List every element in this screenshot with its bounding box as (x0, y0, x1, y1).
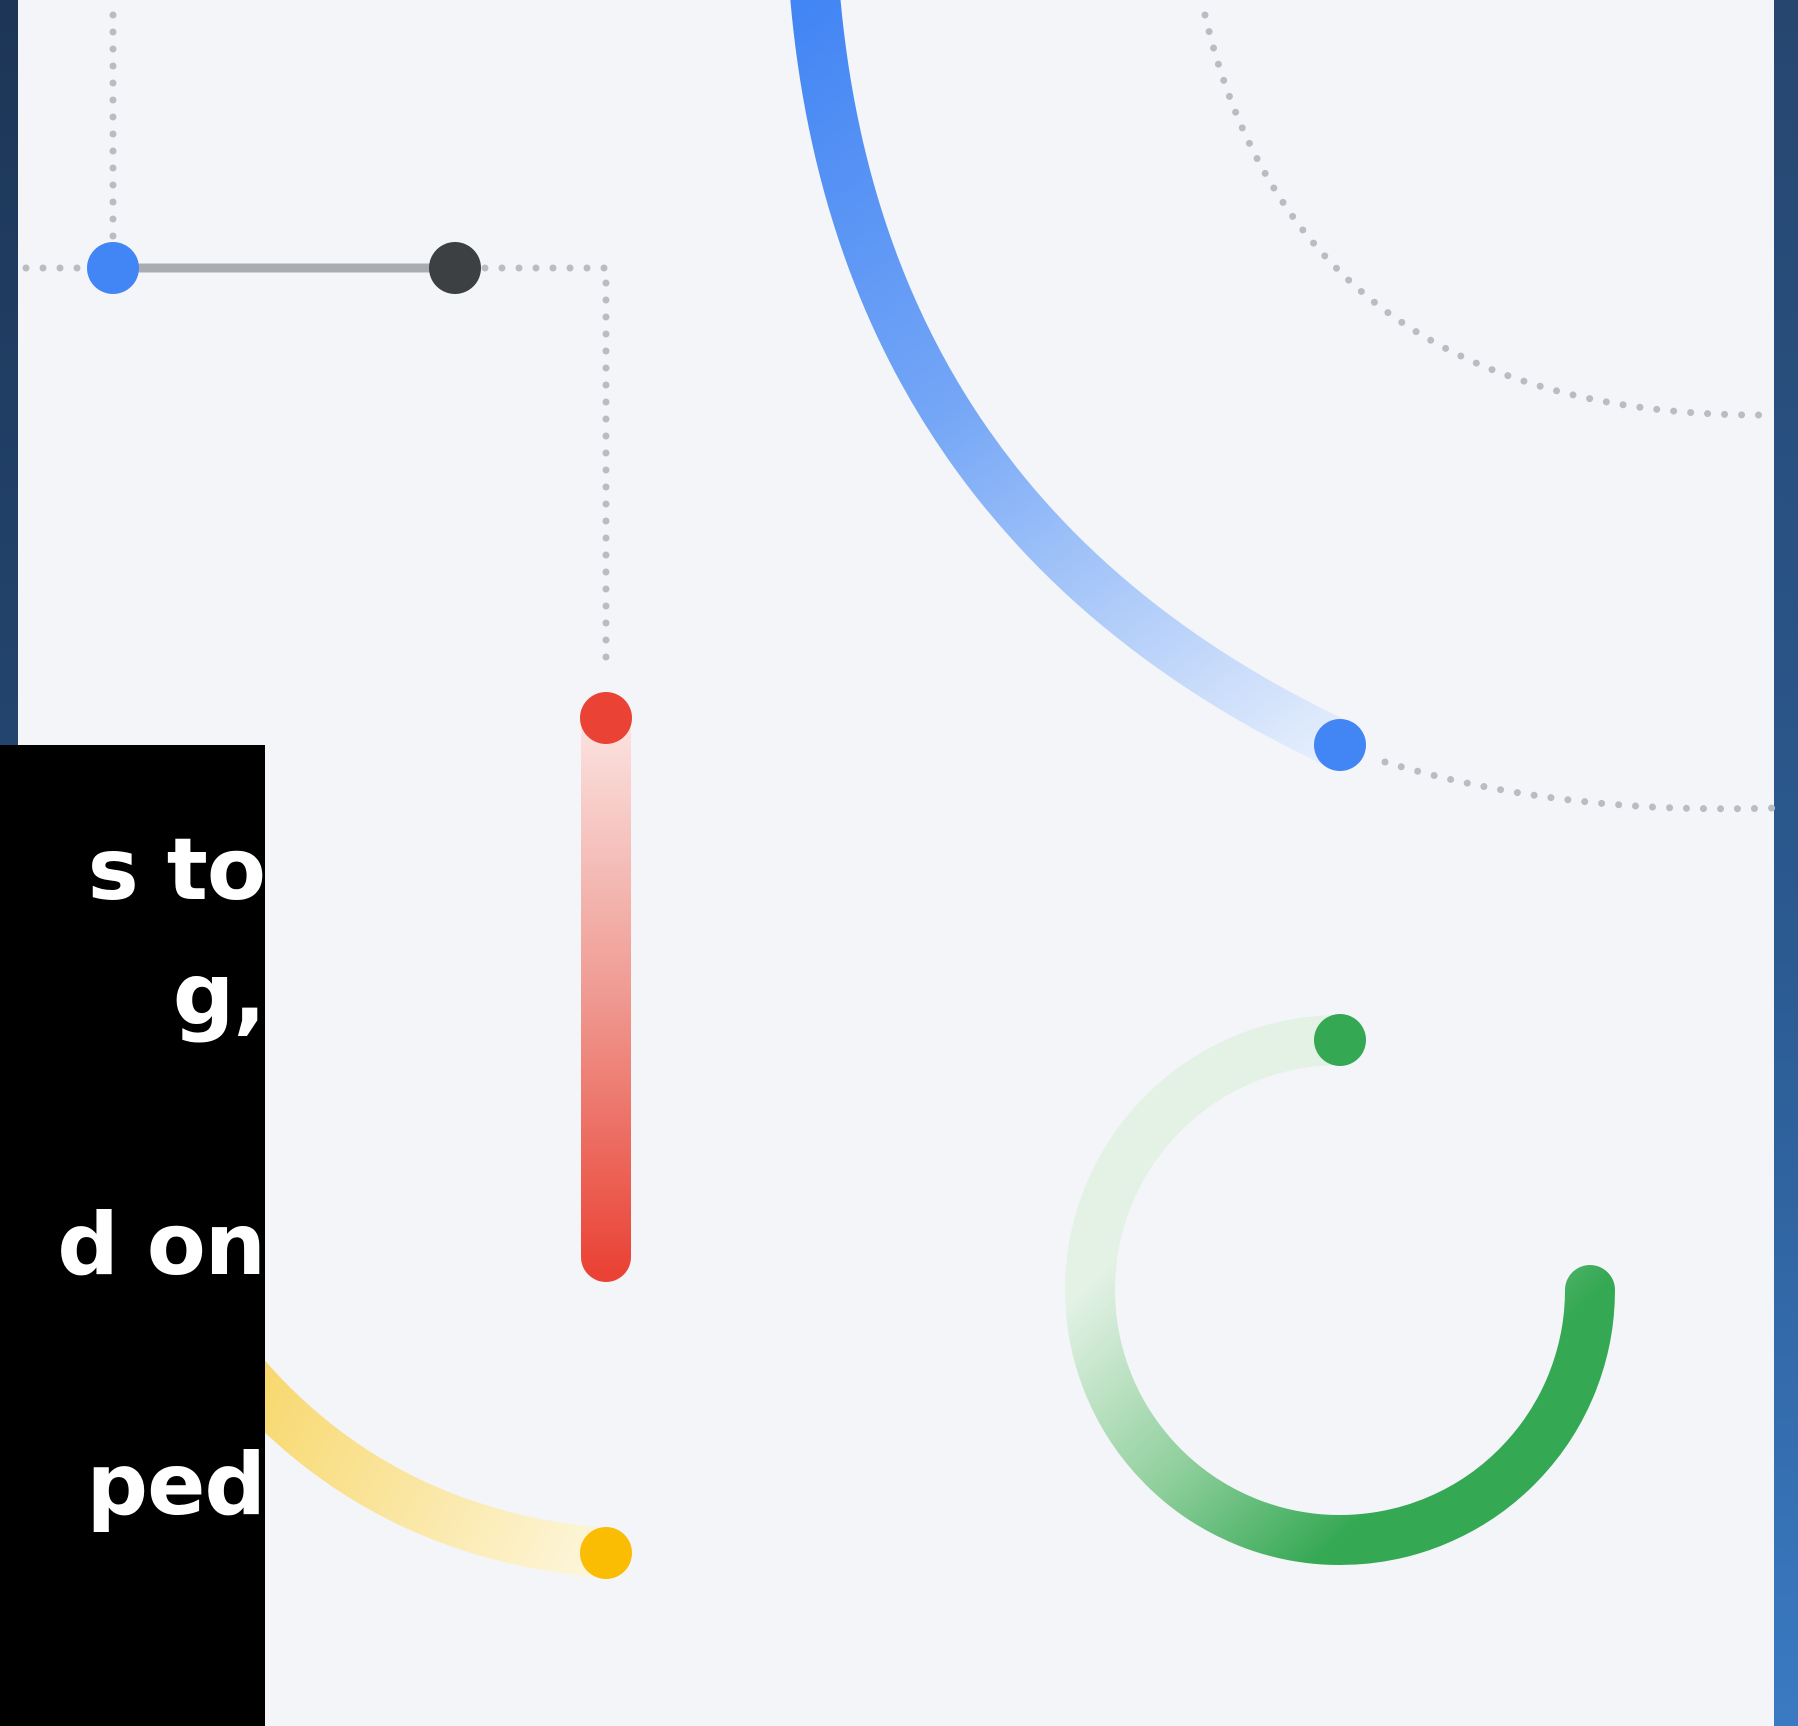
slider-dark-knob (429, 242, 481, 294)
yellow-arc (215, 1345, 631, 1578)
yellow-arc-endpoint (580, 1527, 632, 1579)
caption-line-1: s to (87, 820, 265, 920)
caption-line-2: g, (172, 945, 265, 1045)
dotted-line-elbow (481, 264, 610, 664)
slider-blue-knob (87, 242, 139, 294)
caption-line-4: ped (86, 1435, 265, 1535)
green-ring (1065, 1015, 1615, 1565)
caption-line-3: d on (57, 1195, 265, 1295)
caption-overlay: s to g, d on ped (0, 745, 265, 1726)
illustration-frame: s to g, d on ped (0, 0, 1798, 1726)
dotted-line-lower-right (1381, 758, 1778, 813)
green-ring-start-dot (1314, 1014, 1366, 1066)
dotted-guides (22, 11, 1778, 813)
red-bar-top-dot (580, 692, 632, 744)
blue-arc-endpoint (1314, 719, 1366, 771)
blue-arc (790, 0, 1365, 770)
abstract-shapes (22, 0, 1778, 1579)
dotted-arc-upper-right (1201, 11, 1778, 419)
